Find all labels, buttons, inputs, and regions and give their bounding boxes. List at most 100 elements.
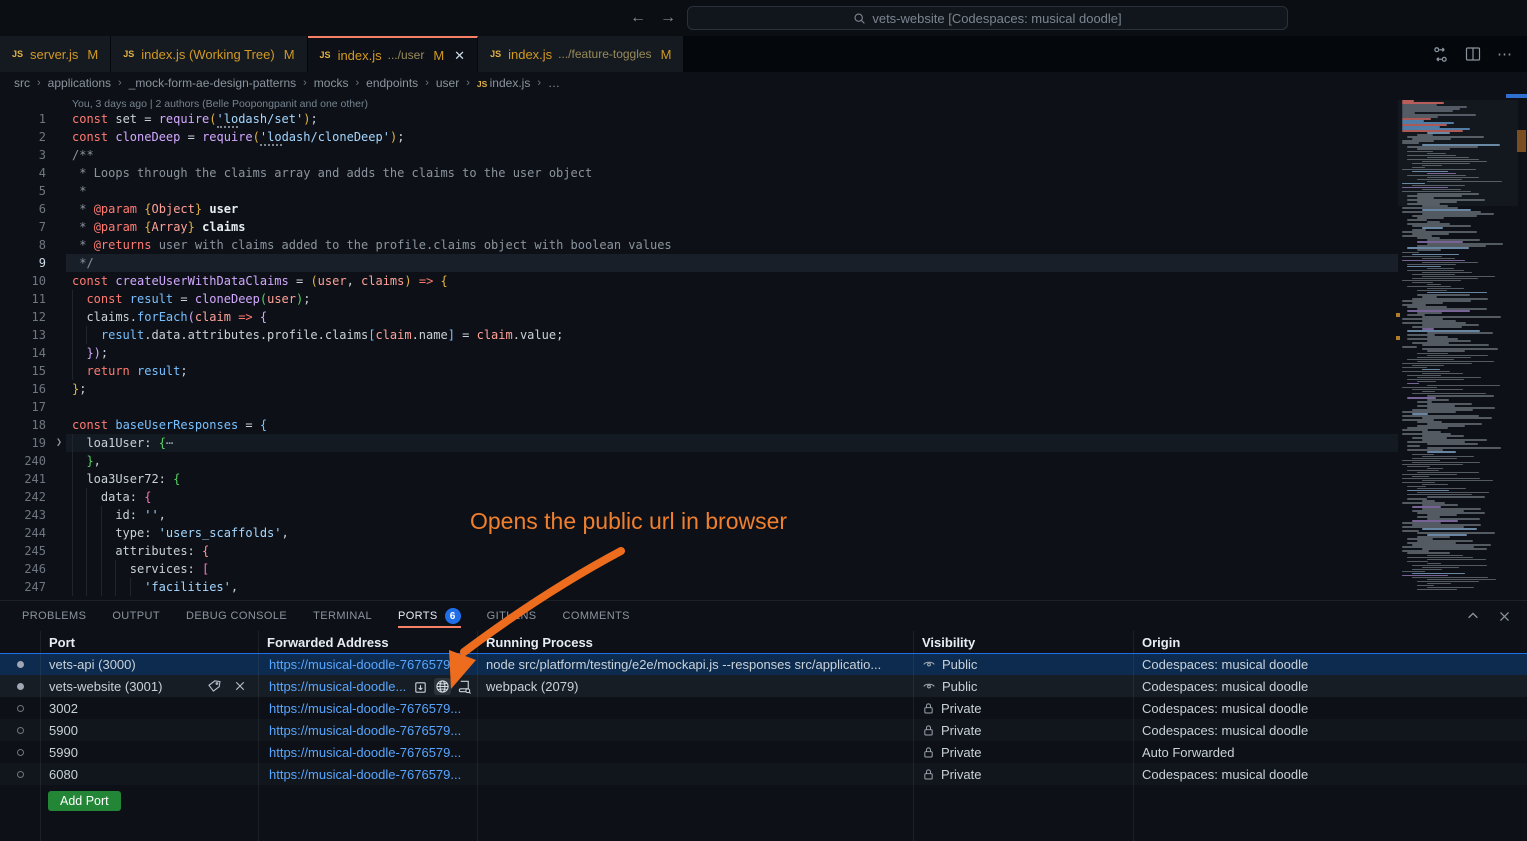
gitlens-blame-lens[interactable]: You, 3 days ago | 2 authors (Belle Poopo… <box>0 93 1398 110</box>
fold-gutter <box>46 488 72 506</box>
code-line[interactable]: 3/** <box>0 146 1398 164</box>
code-line[interactable]: 6 * @param {Object} user <box>0 200 1398 218</box>
code-line[interactable]: 9 */ <box>0 254 1398 272</box>
panel-tab-ports[interactable]: PORTS6 <box>398 601 461 631</box>
split-editor-icon[interactable] <box>1465 46 1481 62</box>
code-text: }); <box>72 344 108 362</box>
stop-forwarding-icon[interactable] <box>231 678 248 695</box>
code-line[interactable]: 17 <box>0 398 1398 416</box>
fold-gutter <box>46 362 72 380</box>
back-icon[interactable]: ← <box>630 9 646 27</box>
breadcrumb-item[interactable]: … <box>548 76 560 90</box>
line-number: 240 <box>0 452 46 470</box>
breadcrumb-item[interactable]: JS index.js <box>477 76 530 90</box>
port-label: 3002 <box>49 701 78 716</box>
breadcrumb-item[interactable]: mocks <box>314 76 349 90</box>
maximize-panel-icon[interactable] <box>1466 609 1480 623</box>
forwarded-address-link[interactable]: https://musical-doodle-7676579... <box>269 745 461 760</box>
tag-port-icon[interactable] <box>206 678 223 695</box>
tab-index-js-working-tree-[interactable]: JSindex.js (Working Tree)M <box>111 36 307 72</box>
panel-tab-output[interactable]: OUTPUT <box>112 601 160 631</box>
fold-gutter <box>46 380 72 398</box>
panel-tab-terminal[interactable]: TERMINAL <box>313 601 372 631</box>
code-line[interactable]: 13 result.data.attributes.profile.claims… <box>0 326 1398 344</box>
code-line[interactable]: 1const set = require('lodash/set'); <box>0 110 1398 128</box>
port-row-6080[interactable]: 6080https://musical-doodle-7676579...Pri… <box>0 763 1527 785</box>
code-line[interactable]: 4 * Loops through the claims array and a… <box>0 164 1398 182</box>
js-file-icon: JS <box>123 49 134 59</box>
close-panel-icon[interactable] <box>1498 610 1511 623</box>
breadcrumb-separator: › <box>303 77 307 89</box>
code-line[interactable]: 18const baseUserResponses = { <box>0 416 1398 434</box>
preview-in-editor-icon[interactable] <box>456 678 473 695</box>
forwarded-address-link[interactable]: https://musical-doodle-7676579... <box>269 701 461 716</box>
code-line[interactable]: 240 }, <box>0 452 1398 470</box>
port-row-5900[interactable]: 5900https://musical-doodle-7676579...Pri… <box>0 719 1527 741</box>
breadcrumb-item[interactable]: src <box>14 76 30 90</box>
panel-tab-gitlens[interactable]: GITLENS <box>487 601 537 631</box>
code-line[interactable]: 11 const result = cloneDeep(user); <box>0 290 1398 308</box>
forwarded-address-link[interactable]: https://musical-doodle-7676579... <box>269 723 461 738</box>
code-line[interactable]: 8 * @returns user with claims added to t… <box>0 236 1398 254</box>
code-line[interactable]: 14 }); <box>0 344 1398 362</box>
port-row-5990[interactable]: 5990https://musical-doodle-7676579...Pri… <box>0 741 1527 763</box>
code-line[interactable]: 5 * <box>0 182 1398 200</box>
code-line[interactable]: 241 loa3User72: { <box>0 470 1398 488</box>
forwarded-address-link[interactable]: https://musical-doodle-7676579... <box>269 767 461 782</box>
code-line[interactable]: 10const createUserWithDataClaims = (user… <box>0 272 1398 290</box>
origin-label: Auto Forwarded <box>1133 741 1527 763</box>
line-number: 19 <box>0 434 46 452</box>
column-header: Visibility <box>913 631 1133 653</box>
port-row-vets-website-3001-[interactable]: vets-website (3001)https://musical-doodl… <box>0 675 1527 697</box>
port-row-vets-api-3000-[interactable]: vets-api (3000)https://musical-doodle-76… <box>0 653 1527 675</box>
code-line[interactable]: 19❯ loa1User: {⋯ <box>0 434 1398 452</box>
open-changes-icon[interactable] <box>1432 46 1449 63</box>
running-process <box>477 719 913 741</box>
code-line[interactable]: 7 * @param {Array} claims <box>0 218 1398 236</box>
more-actions-icon[interactable]: ⋯ <box>1497 45 1513 63</box>
fold-gutter <box>46 344 72 362</box>
port-row-3002[interactable]: 3002https://musical-doodle-7676579...Pri… <box>0 697 1527 719</box>
forwarded-address-link[interactable]: https://musical-doodle-7676579... <box>269 657 461 672</box>
code-line[interactable]: 12 claims.forEach(claim => { <box>0 308 1398 326</box>
tab-index-js[interactable]: JSindex.js.../userM✕ <box>308 36 479 72</box>
lock-icon <box>922 724 941 737</box>
tab-server-js[interactable]: JSserver.jsM <box>0 36 111 72</box>
code-line[interactable]: 247 'facilities', <box>0 578 1398 596</box>
close-tab-icon[interactable]: ✕ <box>454 49 465 62</box>
panel-tab-problems[interactable]: PROBLEMS <box>22 601 86 631</box>
code-line[interactable]: 15 return result; <box>0 362 1398 380</box>
code-text: return result; <box>72 362 188 380</box>
visibility-label: Private <box>941 745 981 760</box>
fold-gutter <box>46 398 72 416</box>
fold-gutter <box>46 254 72 272</box>
breadcrumb-item[interactable]: _mock-form-ae-design-patterns <box>129 76 296 90</box>
code-line[interactable]: 242 data: { <box>0 488 1398 506</box>
panel-tab-comments[interactable]: COMMENTS <box>563 601 630 631</box>
breadcrumb-item[interactable]: endpoints <box>366 76 418 90</box>
js-file-icon: JS <box>12 49 23 59</box>
code-text: * @param {Array} claims <box>72 218 245 236</box>
minimap[interactable] <box>1398 100 1518 600</box>
fold-gutter <box>46 452 72 470</box>
add-port-button[interactable]: Add Port <box>48 791 121 811</box>
code-line[interactable]: 2const cloneDeep = require('lodash/clone… <box>0 128 1398 146</box>
code-line[interactable]: 245 attributes: { <box>0 542 1398 560</box>
fold-gutter <box>46 326 72 344</box>
breadcrumb-item[interactable]: applications <box>48 76 111 90</box>
command-center-search[interactable]: vets-website [Codespaces: musical doodle… <box>687 6 1288 30</box>
copy-address-icon[interactable] <box>412 678 429 695</box>
tab-label: index.js (Working Tree) <box>141 47 274 62</box>
forwarded-address-link[interactable]: https://musical-doodle... <box>269 679 406 694</box>
open-in-browser-globe-icon[interactable] <box>434 678 451 695</box>
fold-gutter <box>46 200 72 218</box>
panel-tab-debug-console[interactable]: DEBUG CONSOLE <box>186 601 287 631</box>
line-number: 4 <box>0 164 46 182</box>
tab-index-js[interactable]: JSindex.js.../feature-togglesM <box>478 36 684 72</box>
code-line[interactable]: 246 services: [ <box>0 560 1398 578</box>
forward-icon[interactable]: → <box>660 9 676 27</box>
breadcrumb-item[interactable]: user <box>436 76 459 90</box>
fold-chevron-icon[interactable]: ❯ <box>46 434 72 452</box>
js-file-icon: JS <box>477 79 490 89</box>
code-line[interactable]: 16}; <box>0 380 1398 398</box>
